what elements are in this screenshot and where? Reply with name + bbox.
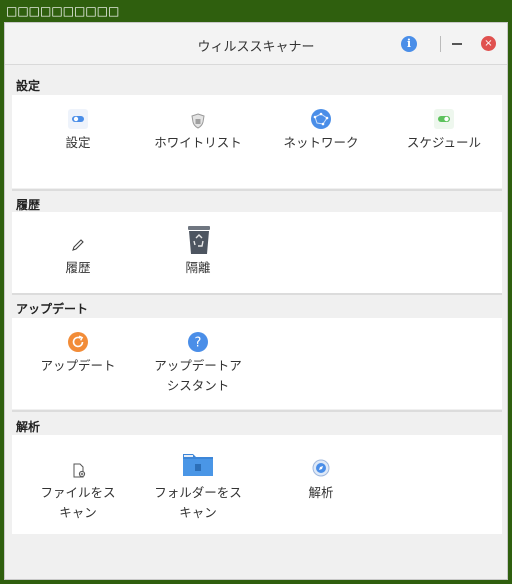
pencil-icon — [72, 239, 84, 251]
history-panel: 履歴 隔離 — [12, 212, 502, 293]
quarantine-item[interactable]: 隔離 — [138, 224, 258, 278]
update-assistant-label-line2: シスタント — [166, 378, 230, 393]
section-title-update: アップデート — [16, 302, 89, 316]
file-scan-icon — [73, 463, 86, 478]
recycle-bin-icon — [188, 226, 210, 254]
close-button[interactable]: × — [481, 36, 496, 51]
analysis-item-label: 解析 — [308, 485, 334, 500]
analysis-panel: ファイルをス キャン フォルダーをス キャン 解析 — [12, 435, 502, 534]
update-item[interactable]: アップデート — [18, 330, 138, 376]
network-globe-icon — [311, 109, 331, 129]
info-icon[interactable]: i — [401, 36, 417, 52]
virus-scanner-window: ウィルススキャナー i × 設定 設定 ホワイトリスト ネットワーク スケジュー… — [4, 22, 508, 580]
schedule-item-label: スケジュール — [406, 135, 482, 150]
update-assistant-label-line1: アップデートア — [154, 358, 242, 373]
settings-panel: 設定 ホワイトリスト ネットワーク スケジュール — [12, 95, 502, 188]
scan-folder-item[interactable]: フォルダーをス キャン — [138, 449, 258, 523]
quarantine-item-label: 隔離 — [185, 260, 211, 275]
section-title-analysis: 解析 — [16, 420, 41, 434]
settings-item[interactable]: 設定 — [18, 109, 138, 153]
scan-file-label-line1: ファイルをス — [40, 485, 116, 500]
history-item[interactable]: 履歴 — [18, 224, 138, 278]
network-item[interactable]: ネットワーク — [261, 109, 381, 153]
schedule-item[interactable]: スケジュール — [384, 109, 504, 153]
scan-folder-label-line2: キャン — [179, 505, 217, 520]
section-divider — [12, 189, 502, 191]
scan-folder-label-line1: フォルダーをス — [154, 485, 242, 500]
history-item-label: 履歴 — [65, 260, 91, 275]
whitelist-item-label: ホワイトリスト — [154, 135, 242, 150]
section-title-history: 履歴 — [16, 198, 41, 212]
settings-item-label: 設定 — [65, 135, 91, 150]
header-divider — [440, 36, 441, 52]
question-icon: ? — [188, 332, 208, 352]
window-header: ウィルススキャナー i × — [5, 23, 507, 65]
section-divider — [12, 293, 502, 295]
section-divider — [12, 410, 502, 412]
toggle-icon — [68, 109, 88, 129]
update-item-label: アップデート — [40, 358, 116, 373]
outer-window-title: □□□□□□□□□□ — [6, 4, 120, 18]
shield-icon — [191, 113, 205, 129]
schedule-toggle-icon — [434, 109, 454, 129]
folder-icon — [183, 454, 213, 476]
scan-file-item[interactable]: ファイルをス キャン — [18, 449, 138, 523]
network-item-label: ネットワーク — [283, 135, 359, 150]
update-assistant-item[interactable]: ? アップデートア シスタント — [138, 330, 258, 396]
scan-file-label-line2: キャン — [59, 505, 97, 520]
minimize-button[interactable] — [452, 43, 462, 45]
update-panel: アップデート ? アップデートア シスタント — [12, 318, 502, 409]
analysis-item[interactable]: 解析 — [261, 449, 381, 503]
compass-icon — [312, 459, 330, 477]
window-title: ウィルススキャナー — [197, 40, 315, 55]
whitelist-item[interactable]: ホワイトリスト — [138, 109, 258, 153]
section-title-settings: 設定 — [16, 79, 41, 93]
refresh-icon — [68, 332, 88, 352]
svg-text:?: ? — [195, 336, 202, 351]
outer-window-titlebar: □□□□□□□□□□ — [0, 0, 512, 22]
